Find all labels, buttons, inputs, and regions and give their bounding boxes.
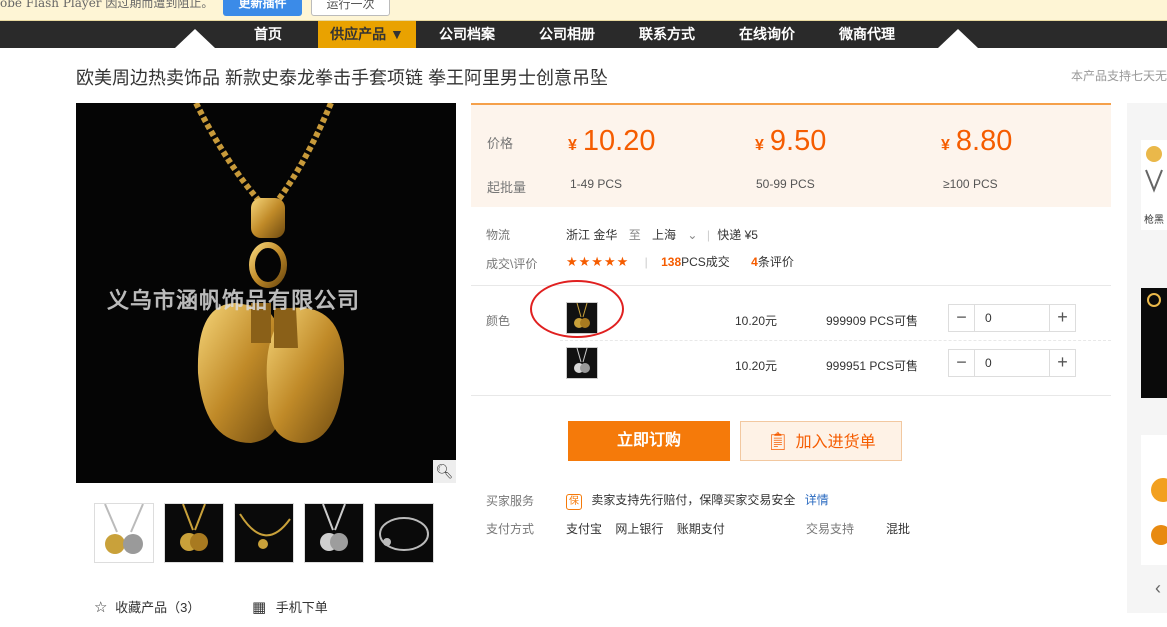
add-to-cart-label: 加入进货单: [795, 434, 876, 451]
express-fee: 快递 ¥5: [717, 228, 758, 242]
flash-notice-text: obe Flash Player 因过期而遭到阻止。: [0, 0, 214, 10]
tier-qty-2: 50-99 PCS: [756, 177, 815, 191]
favorite-product-link[interactable]: 收藏产品（3）: [115, 597, 200, 616]
sold-text: PCS成交: [681, 255, 730, 269]
color-row-1-stock: 999909 PCS可售: [826, 314, 919, 328]
magnifier-icon[interactable]: 🔍︎: [433, 460, 456, 483]
watermark: 义乌市涵帆饰品有限公司: [107, 288, 361, 313]
quantity-stepper-1: − 0 +: [948, 304, 1076, 332]
trade-value: 混批: [886, 522, 911, 536]
divider-2: [471, 395, 1111, 396]
thumbnail-2[interactable]: [164, 503, 224, 563]
review-count[interactable]: 4: [751, 255, 758, 269]
tier-price-3: ¥8.80: [941, 125, 1013, 157]
related-thumb-3[interactable]: [1141, 435, 1167, 565]
rating-stars: ★★★★★: [566, 254, 630, 269]
shop-nav: 首页 供应产品 ▼ 公司档案 公司相册 联系方式 在线询价 微商代理: [0, 21, 1167, 48]
deals-label: 成交\评价: [486, 257, 538, 271]
thumbnail-5[interactable]: [374, 503, 434, 563]
pay-method-alipay: 支付宝: [566, 522, 603, 536]
color-label: 颜色: [486, 314, 511, 328]
min-order-label: 起批量: [487, 180, 527, 195]
nav-inquiry[interactable]: 在线询价: [730, 21, 804, 48]
nav-notch-left: [175, 29, 215, 48]
tier-price-1: ¥10.20: [568, 125, 656, 157]
add-to-cart-button[interactable]: 📋︎ 加入进货单: [740, 421, 902, 461]
service-label: 买家服务: [486, 494, 535, 508]
plus-icon[interactable]: +: [1049, 305, 1075, 331]
buy-now-button[interactable]: 立即订购: [568, 421, 730, 461]
pay-methods: 支付宝 网上银行 账期支付: [566, 520, 725, 537]
sold-count: 138: [661, 255, 682, 269]
run-once-button[interactable]: 运行一次: [311, 0, 390, 16]
product-title: 欧美周边热卖饰品 新款史泰龙拳击手套项链 拳王阿里男士创意吊坠: [76, 68, 608, 88]
chevron-left-icon[interactable]: ‹: [1155, 578, 1161, 599]
related-thumb-1[interactable]: 枪黑: [1141, 140, 1167, 230]
service-text: 卖家支持先行赔付，保障买家交易安全: [591, 493, 796, 507]
pay-method-credit: 账期支付: [676, 522, 725, 536]
mobile-order-link[interactable]: 手机下单: [276, 597, 328, 616]
tier-qty-3: ≥100 PCS: [943, 177, 998, 191]
pay-method-bank: 网上银行: [615, 522, 664, 536]
nav-notch-right: [938, 29, 978, 48]
logistics-row: 物流: [486, 226, 510, 243]
minus-icon[interactable]: −: [949, 305, 975, 331]
flash-notice-bar: obe Flash Player 因过期而遭到阻止。 更新插件 运行一次: [0, 0, 1167, 21]
quantity-stepper-2: − 0 +: [948, 349, 1076, 377]
tier-price-2: ¥9.50: [755, 125, 827, 157]
nav-company-album[interactable]: 公司相册: [530, 21, 604, 48]
nav-agent[interactable]: 微商代理: [830, 21, 904, 48]
plus-icon[interactable]: +: [1049, 350, 1075, 376]
price-panel: 价格 起批量 ¥10.20 1-49 PCS ¥9.50 50-99 PCS ¥…: [471, 103, 1111, 207]
logistics-label: 物流: [486, 228, 511, 242]
seven-day-tip: 本产品支持七天无: [1071, 69, 1167, 83]
related-thumb-2[interactable]: [1141, 288, 1167, 398]
trade-label: 交易支持: [806, 522, 855, 536]
color-row-2-stock: 999951 PCS可售: [826, 359, 919, 373]
main-product-image[interactable]: 义乌市涵帆饰品有限公司: [76, 103, 456, 483]
favorites-row: ☆ 收藏产品（3） ▦ 手机下单: [94, 597, 328, 616]
price-label: 价格: [487, 136, 514, 151]
color-row-2-price: 10.20元: [735, 359, 778, 373]
thumbnail-4[interactable]: [304, 503, 364, 563]
nav-products[interactable]: 供应产品 ▼: [318, 21, 416, 48]
ship-to-select[interactable]: 上海: [652, 228, 676, 242]
qrcode-icon[interactable]: ▦: [252, 598, 266, 616]
color-swatch-silver[interactable]: [566, 347, 598, 379]
logistics-detail: 浙江 金华 至 上海 ⌄ | 快递 ¥5: [566, 228, 758, 242]
related-thumb-1-caption: 枪黑: [1144, 215, 1164, 226]
red-annotation-circle: [530, 280, 624, 338]
quantity-input-2[interactable]: 0: [985, 350, 992, 376]
update-plugin-button[interactable]: 更新插件: [223, 0, 302, 16]
color-row-1-price: 10.20元: [735, 314, 778, 328]
deals-row: 成交\评价: [486, 255, 537, 272]
row-separator: [560, 340, 1111, 341]
thumbnail-3[interactable]: [234, 503, 294, 563]
quantity-input-1[interactable]: 0: [985, 305, 992, 331]
minus-icon[interactable]: −: [949, 350, 975, 376]
ship-to-word: 至: [628, 228, 641, 242]
ship-from: 浙江 金华: [566, 228, 618, 242]
pay-label: 支付方式: [486, 522, 535, 536]
service-detail-link[interactable]: 详情: [805, 493, 829, 507]
clipboard-icon: 📋︎: [766, 431, 790, 451]
star-icon[interactable]: ☆: [94, 598, 107, 616]
nav-company-profile[interactable]: 公司档案: [430, 21, 504, 48]
nav-contact[interactable]: 联系方式: [630, 21, 704, 48]
review-text[interactable]: 条评价: [758, 255, 794, 269]
service-detail: 保 卖家支持先行赔付，保障买家交易安全 详情: [566, 491, 829, 510]
tier-qty-1: 1-49 PCS: [570, 177, 623, 191]
chevron-down-icon[interactable]: ⌄: [687, 228, 697, 242]
nav-home[interactable]: 首页: [238, 21, 298, 48]
deals-detail: ★★★★★ | 138PCS成交 4条评价: [566, 254, 794, 269]
thumbnail-1[interactable]: [94, 503, 154, 563]
shield-icon: 保: [566, 494, 582, 510]
